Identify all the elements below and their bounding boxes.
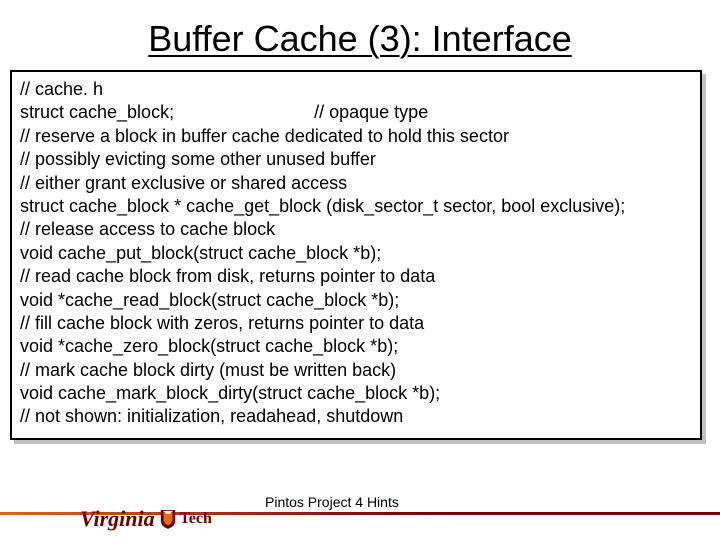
logo-shield-wrap — [159, 508, 177, 530]
code-line: void *cache_read_block(struct cache_bloc… — [20, 289, 692, 312]
code-line: // release access to cache block — [20, 218, 692, 241]
code-box: // cache. h struct cache_block; // opaqu… — [10, 70, 702, 440]
code-line: void cache_put_block(struct cache_block … — [20, 242, 692, 265]
code-line: // cache. h — [20, 78, 692, 101]
code-line: // either grant exclusive or shared acce… — [20, 172, 692, 195]
code-line: struct cache_block; // opaque type — [20, 101, 692, 124]
code-line: // mark cache block dirty (must be writt… — [20, 359, 692, 382]
slide-title: Buffer Cache (3): Interface — [0, 0, 720, 60]
code-line: // fill cache block with zeros, returns … — [20, 312, 692, 335]
slide: Buffer Cache (3): Interface // cache. h … — [0, 0, 720, 540]
logo-text-virginia: Virginia — [80, 506, 155, 532]
code-line: void *cache_zero_block(struct cache_bloc… — [20, 335, 692, 358]
logo-text-tech: Tech — [180, 510, 212, 528]
code-line: // not shown: initialization, readahead,… — [20, 405, 692, 428]
code-line: void cache_mark_block_dirty(struct cache… — [20, 382, 692, 405]
code-text: struct cache_block; — [20, 102, 174, 122]
code-spacing — [174, 102, 314, 122]
code-line: // reserve a block in buffer cache dedic… — [20, 125, 692, 148]
code-box-shadow: // cache. h struct cache_block; // opaqu… — [14, 74, 706, 444]
code-line: // possibly evicting some other unused b… — [20, 148, 692, 171]
code-line: struct cache_block * cache_get_block (di… — [20, 195, 692, 218]
shield-icon — [159, 508, 177, 530]
vt-logo: Virginia Tech — [80, 506, 212, 532]
code-line: // read cache block from disk, returns p… — [20, 265, 692, 288]
code-text: // opaque type — [314, 102, 428, 122]
footer: Virginia Tech Pintos Project 4 Hints — [0, 470, 720, 540]
footer-text: Pintos Project 4 Hints — [265, 494, 399, 510]
